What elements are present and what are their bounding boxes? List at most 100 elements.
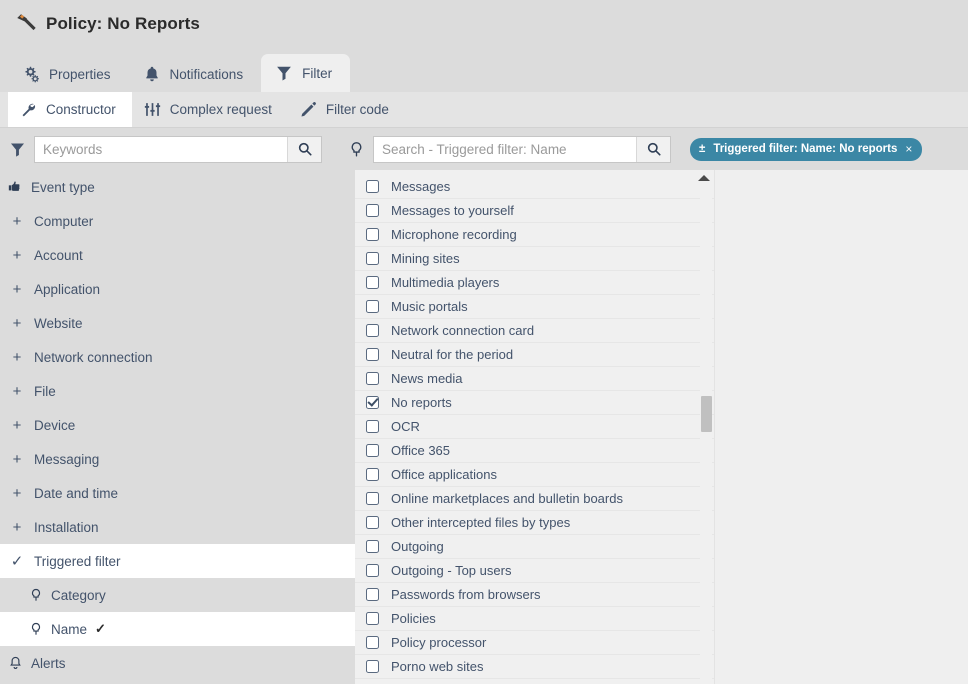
tree-item-category[interactable]: Category bbox=[0, 578, 355, 612]
list-item[interactable]: Policies bbox=[355, 607, 714, 631]
close-icon[interactable]: × bbox=[905, 142, 912, 156]
list-item-checkbox[interactable] bbox=[366, 516, 379, 529]
list-item[interactable]: Messages bbox=[355, 175, 714, 199]
list-item-checkbox[interactable] bbox=[366, 612, 379, 625]
list-item[interactable]: Messages to yourself bbox=[355, 199, 714, 223]
tree-item-account[interactable]: +Account bbox=[0, 238, 355, 272]
tree-item-messaging[interactable]: +Messaging bbox=[0, 442, 355, 476]
triggered-filter-search-input[interactable] bbox=[374, 137, 636, 162]
tree-item-label: Messaging bbox=[28, 452, 99, 467]
tree-item-computer[interactable]: +Computer bbox=[0, 204, 355, 238]
triggered-search-button[interactable] bbox=[636, 137, 670, 162]
list-item-checkbox[interactable] bbox=[366, 252, 379, 265]
triggered-input-wrap bbox=[373, 136, 671, 163]
subtab-filter-code[interactable]: Filter code bbox=[288, 92, 405, 127]
list-item-label: Network connection card bbox=[379, 323, 534, 338]
list-item-label: Outgoing bbox=[379, 539, 444, 554]
list-item-checkbox[interactable] bbox=[366, 468, 379, 481]
list-item[interactable]: Office applications bbox=[355, 463, 714, 487]
list-item-checkbox[interactable] bbox=[366, 540, 379, 553]
tree-toggle-icon[interactable]: + bbox=[6, 214, 28, 229]
list-item[interactable]: OCR bbox=[355, 415, 714, 439]
status-badge[interactable]: ± Triggered filter: Name: No reports × bbox=[690, 138, 922, 161]
list-item[interactable]: Outgoing bbox=[355, 535, 714, 559]
tree-item-alerts[interactable]: Alerts bbox=[0, 646, 355, 680]
list-item-checkbox[interactable] bbox=[366, 276, 379, 289]
list-item-checkbox[interactable] bbox=[366, 372, 379, 385]
list-item[interactable]: Music portals bbox=[355, 295, 714, 319]
list-item-checkbox[interactable] bbox=[366, 348, 379, 361]
tree-item-name[interactable]: Name✓ bbox=[0, 612, 355, 646]
list-item-checkbox[interactable] bbox=[366, 420, 379, 433]
subtab-label: Constructor bbox=[46, 102, 116, 117]
tree-toggle-icon[interactable]: + bbox=[6, 452, 28, 467]
tab-properties[interactable]: Properties bbox=[8, 56, 129, 92]
list-item-checkbox[interactable] bbox=[366, 180, 379, 193]
list-item-checkbox[interactable] bbox=[366, 228, 379, 241]
list-item-checkbox[interactable] bbox=[366, 204, 379, 217]
list-item[interactable] bbox=[355, 679, 714, 684]
tree-toggle-icon[interactable]: + bbox=[6, 520, 28, 535]
bulb-icon bbox=[26, 621, 45, 637]
list-item[interactable]: News media bbox=[355, 367, 714, 391]
tree-toggle-icon[interactable]: + bbox=[6, 350, 28, 365]
list-item-label: Other intercepted files by types bbox=[379, 515, 570, 530]
right-empty-pane bbox=[715, 170, 968, 684]
tree-toggle-icon[interactable]: + bbox=[6, 384, 28, 399]
list-item-checkbox[interactable] bbox=[366, 564, 379, 577]
pencil-icon bbox=[300, 101, 317, 118]
tree-toggle-icon[interactable]: + bbox=[6, 282, 28, 297]
list-scrollbar-thumb[interactable] bbox=[701, 396, 712, 432]
tree-toggle-icon[interactable]: ✓ bbox=[6, 554, 28, 569]
list-item-checkbox[interactable] bbox=[366, 444, 379, 457]
scroll-up-arrow-icon[interactable] bbox=[698, 174, 710, 182]
tree-item-label: File bbox=[28, 384, 56, 399]
list-item-label: Messages to yourself bbox=[379, 203, 514, 218]
tree-item-network-connection[interactable]: +Network connection bbox=[0, 340, 355, 374]
tree-item-triggered-filter[interactable]: ✓Triggered filter bbox=[0, 544, 355, 578]
list-item[interactable]: Outgoing - Top users bbox=[355, 559, 714, 583]
tree-item-installation[interactable]: +Installation bbox=[0, 510, 355, 544]
list-item-checkbox[interactable] bbox=[366, 396, 379, 409]
list-item[interactable]: Porno web sites bbox=[355, 655, 714, 679]
list-item-checkbox[interactable] bbox=[366, 660, 379, 673]
tree-item-file[interactable]: +File bbox=[0, 374, 355, 408]
list-item-checkbox[interactable] bbox=[366, 588, 379, 601]
tab-filter[interactable]: Filter bbox=[261, 54, 350, 92]
list-item[interactable]: Office 365 bbox=[355, 439, 714, 463]
filter-tree: Event type+Computer+Account+Application+… bbox=[0, 170, 355, 684]
list-item-checkbox[interactable] bbox=[366, 636, 379, 649]
list-item-checkbox[interactable] bbox=[366, 324, 379, 337]
keywords-search-button[interactable] bbox=[287, 137, 321, 162]
primary-tabbar: Properties Notifications Filter bbox=[0, 48, 968, 92]
list-item[interactable]: Mining sites bbox=[355, 247, 714, 271]
list-item[interactable]: Neutral for the period bbox=[355, 343, 714, 367]
list-item[interactable]: Passwords from browsers bbox=[355, 583, 714, 607]
tab-label: Properties bbox=[49, 67, 111, 82]
list-item[interactable]: No reports bbox=[355, 391, 714, 415]
tree-toggle-icon[interactable]: + bbox=[6, 418, 28, 433]
tree-item-application[interactable]: +Application bbox=[0, 272, 355, 306]
tree-item-website[interactable]: +Website bbox=[0, 306, 355, 340]
tree-toggle-icon[interactable]: + bbox=[6, 248, 28, 263]
tree-item-label: Website bbox=[28, 316, 83, 331]
list-item[interactable]: Online marketplaces and bulletin boards bbox=[355, 487, 714, 511]
tree-item-device[interactable]: +Device bbox=[0, 408, 355, 442]
keywords-input[interactable] bbox=[35, 137, 287, 162]
tree-item-event-type[interactable]: Event type bbox=[0, 170, 355, 204]
subtab-constructor[interactable]: Constructor bbox=[8, 92, 132, 127]
tree-toggle-icon[interactable]: + bbox=[6, 486, 28, 501]
tree-item-label: Category bbox=[45, 588, 106, 603]
list-item-checkbox[interactable] bbox=[366, 492, 379, 505]
list-scrollbar-track[interactable] bbox=[700, 186, 712, 684]
list-item[interactable]: Other intercepted files by types bbox=[355, 511, 714, 535]
subtab-complex-request[interactable]: Complex request bbox=[132, 92, 288, 127]
tab-notifications[interactable]: Notifications bbox=[129, 56, 262, 92]
tree-toggle-icon[interactable]: + bbox=[6, 316, 28, 331]
tree-item-date-and-time[interactable]: +Date and time bbox=[0, 476, 355, 510]
list-item[interactable]: Network connection card bbox=[355, 319, 714, 343]
list-item[interactable]: Multimedia players bbox=[355, 271, 714, 295]
list-item-checkbox[interactable] bbox=[366, 300, 379, 313]
list-item[interactable]: Policy processor bbox=[355, 631, 714, 655]
list-item[interactable]: Microphone recording bbox=[355, 223, 714, 247]
